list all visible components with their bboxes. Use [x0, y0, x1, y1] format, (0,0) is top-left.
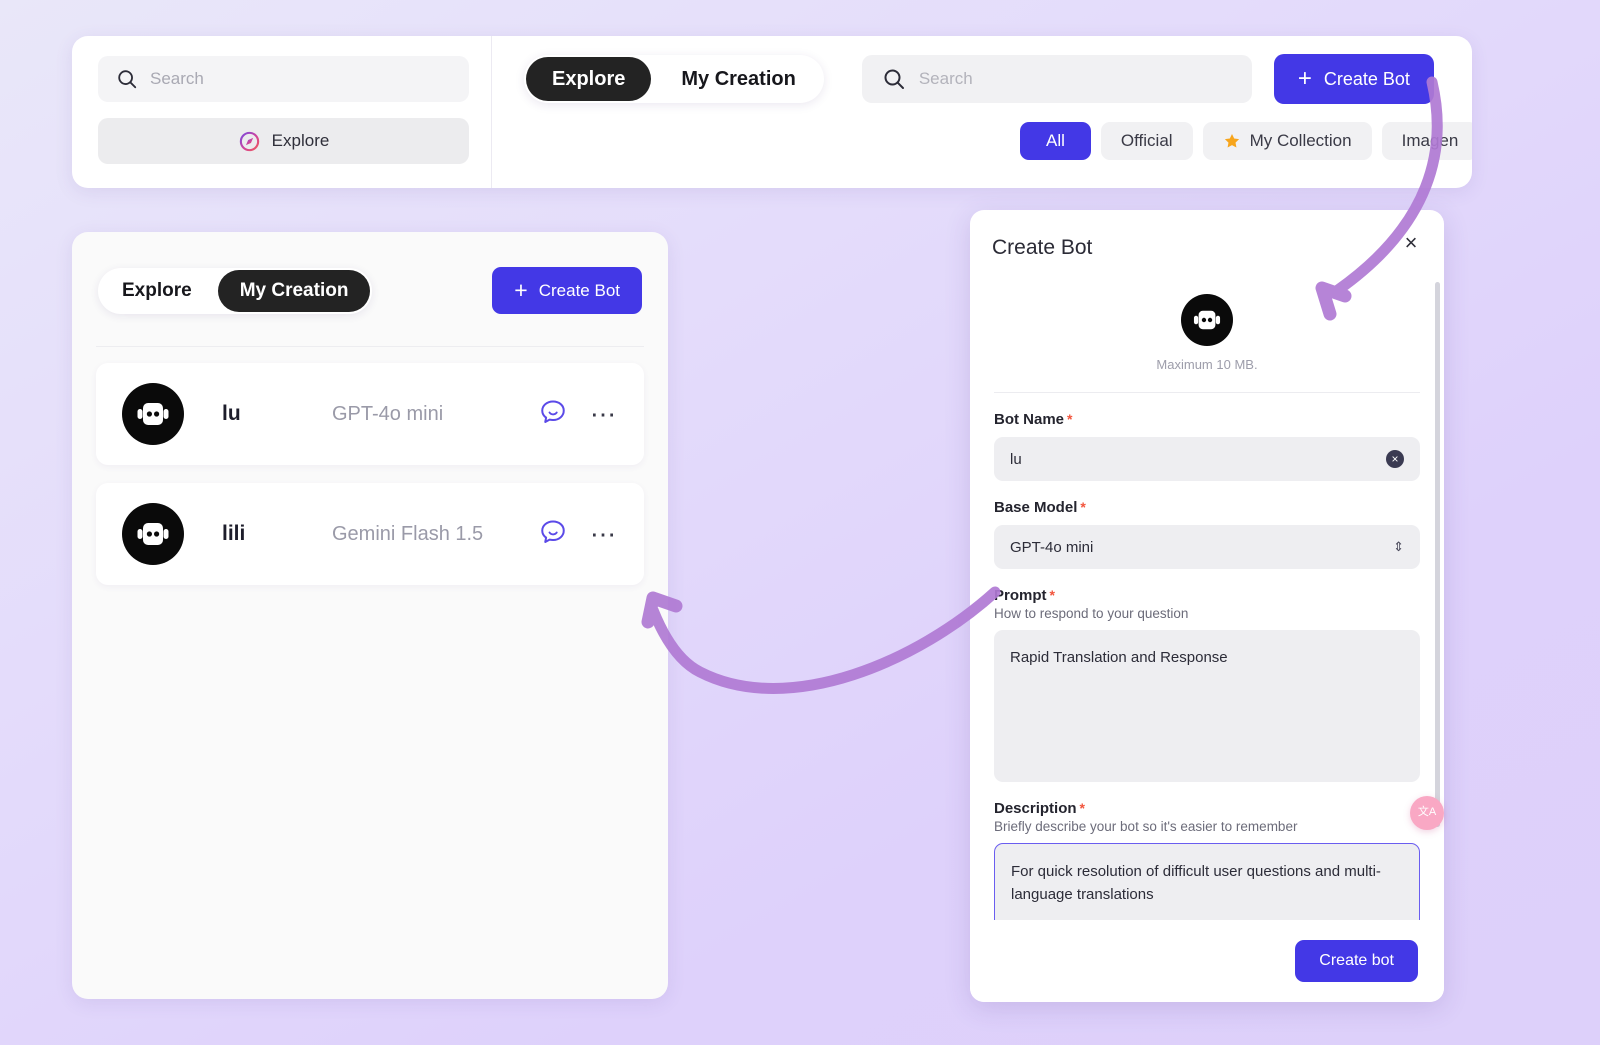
modal-footer: Create bot — [970, 920, 1444, 1002]
bot-model: Gemini Flash 1.5 — [332, 523, 538, 546]
modal-title: Create Bot — [992, 236, 1092, 260]
tab-explore[interactable]: Explore — [526, 57, 651, 101]
avatar-upload-button[interactable] — [1181, 294, 1233, 346]
submit-create-bot-button[interactable]: Create bot — [1295, 940, 1418, 982]
my-creation-panel: Explore My Creation + Create Bot lu GPT-… — [72, 232, 668, 999]
category-tab-all[interactable]: All — [1020, 122, 1091, 160]
explore-icon — [238, 130, 261, 153]
field-description: Description* Briefly describe your bot s… — [994, 800, 1420, 920]
field-prompt: Prompt* How to respond to your question … — [994, 587, 1420, 782]
category-tab-imagen[interactable]: Imagen — [1382, 122, 1472, 160]
topbar-search-input[interactable]: Search — [862, 55, 1252, 103]
panel-header: Explore My Creation + Create Bot — [96, 232, 644, 347]
sidebar-search-input[interactable]: Search — [98, 56, 469, 102]
required-mark: * — [1080, 800, 1085, 816]
avatar-size-hint: Maximum 10 MB. — [1156, 357, 1257, 372]
bot-name-label-text: Bot Name — [994, 411, 1064, 428]
clear-icon[interactable]: × — [1386, 450, 1404, 468]
prompt-label-text: Prompt — [994, 587, 1047, 604]
bot-name: lili — [222, 522, 332, 546]
robot-icon — [134, 519, 172, 549]
table-row[interactable]: lu GPT-4o mini ⋯ — [96, 363, 644, 465]
category-tabs: All Official My Collection Imagen Writti… — [492, 122, 1472, 160]
avatar — [122, 503, 184, 565]
robot-icon — [134, 399, 172, 429]
search-icon — [882, 67, 906, 91]
category-tab-my-collection-label: My Collection — [1250, 131, 1352, 151]
description-label: Description* — [994, 800, 1420, 817]
base-model-label-text: Base Model — [994, 499, 1077, 516]
arrow-modal-to-list — [653, 592, 995, 688]
topbar-main: Explore My Creation Search + Create Bot … — [492, 36, 1472, 188]
field-bot-name: Bot Name* lu × — [994, 411, 1420, 481]
close-icon[interactable]: × — [1398, 230, 1424, 256]
plus-icon: + — [514, 279, 527, 302]
top-bar: Search Explore Explore My Creation — [72, 36, 1472, 188]
required-mark: * — [1067, 411, 1072, 427]
sidebar-region: Search Explore — [72, 36, 492, 188]
sidebar-explore-button[interactable]: Explore — [98, 118, 469, 164]
chat-bubble-icon[interactable] — [538, 397, 568, 432]
modal-body: Maximum 10 MB. Bot Name* lu × Base Model… — [970, 266, 1444, 920]
avatar-upload-block: Maximum 10 MB. — [994, 266, 1420, 393]
row-more-menu[interactable]: ⋯ — [590, 528, 618, 541]
avatar — [122, 383, 184, 445]
modal-scrollbar[interactable] — [1435, 282, 1440, 827]
prompt-sublabel: How to respond to your question — [994, 606, 1420, 621]
category-tab-official[interactable]: Official — [1101, 122, 1193, 160]
category-tab-my-collection[interactable]: My Collection — [1203, 122, 1372, 160]
bot-name-label: Bot Name* — [994, 411, 1420, 428]
create-bot-button-panel[interactable]: + Create Bot — [492, 267, 642, 314]
sidebar-search-placeholder: Search — [150, 69, 204, 89]
description-sublabel: Briefly describe your bot so it's easier… — [994, 819, 1420, 834]
create-bot-label: Create Bot — [1324, 69, 1410, 90]
create-bot-modal: Create Bot × Maximum 10 MB. Bot Name* lu — [970, 210, 1444, 1002]
panel-tab-my-creation[interactable]: My Creation — [218, 270, 371, 312]
required-mark: * — [1050, 587, 1055, 603]
bot-model: GPT-4o mini — [332, 403, 538, 426]
bot-name-input[interactable]: lu × — [994, 437, 1420, 481]
field-base-model: Base Model* GPT-4o mini ⇕ — [994, 499, 1420, 569]
plus-icon: + — [1298, 67, 1312, 91]
base-model-label: Base Model* — [994, 499, 1420, 516]
table-row[interactable]: lili Gemini Flash 1.5 ⋯ — [96, 483, 644, 585]
panel-tab-explore[interactable]: Explore — [100, 270, 214, 312]
bot-name: lu — [222, 402, 332, 426]
prompt-textarea[interactable]: Rapid Translation and Response — [994, 630, 1420, 782]
star-icon — [1223, 132, 1241, 150]
description-label-text: Description — [994, 800, 1077, 817]
robot-icon — [1191, 307, 1223, 333]
search-icon — [116, 68, 138, 90]
topbar-search-placeholder: Search — [919, 69, 973, 89]
row-more-menu[interactable]: ⋯ — [590, 408, 618, 421]
translate-icon[interactable]: 文A — [1410, 796, 1444, 830]
base-model-select[interactable]: GPT-4o mini ⇕ — [994, 525, 1420, 569]
prompt-label: Prompt* — [994, 587, 1420, 604]
topbar-segmented-control: Explore My Creation — [524, 55, 824, 103]
topbar-row-primary: Explore My Creation Search + Create Bot — [492, 54, 1472, 104]
sidebar-explore-label: Explore — [272, 131, 330, 151]
bot-name-value: lu — [1010, 451, 1386, 468]
description-textarea[interactable]: For quick resolution of difficult user q… — [994, 843, 1420, 920]
tab-my-creation[interactable]: My Creation — [655, 57, 821, 101]
create-bot-label: Create Bot — [539, 281, 620, 301]
panel-segmented-control: Explore My Creation — [98, 268, 372, 314]
chat-bubble-icon[interactable] — [538, 517, 568, 552]
required-mark: * — [1080, 499, 1085, 515]
chevron-updown-icon: ⇕ — [1393, 539, 1404, 555]
base-model-value: GPT-4o mini — [1010, 539, 1393, 556]
create-bot-button-topbar[interactable]: + Create Bot — [1274, 54, 1434, 104]
